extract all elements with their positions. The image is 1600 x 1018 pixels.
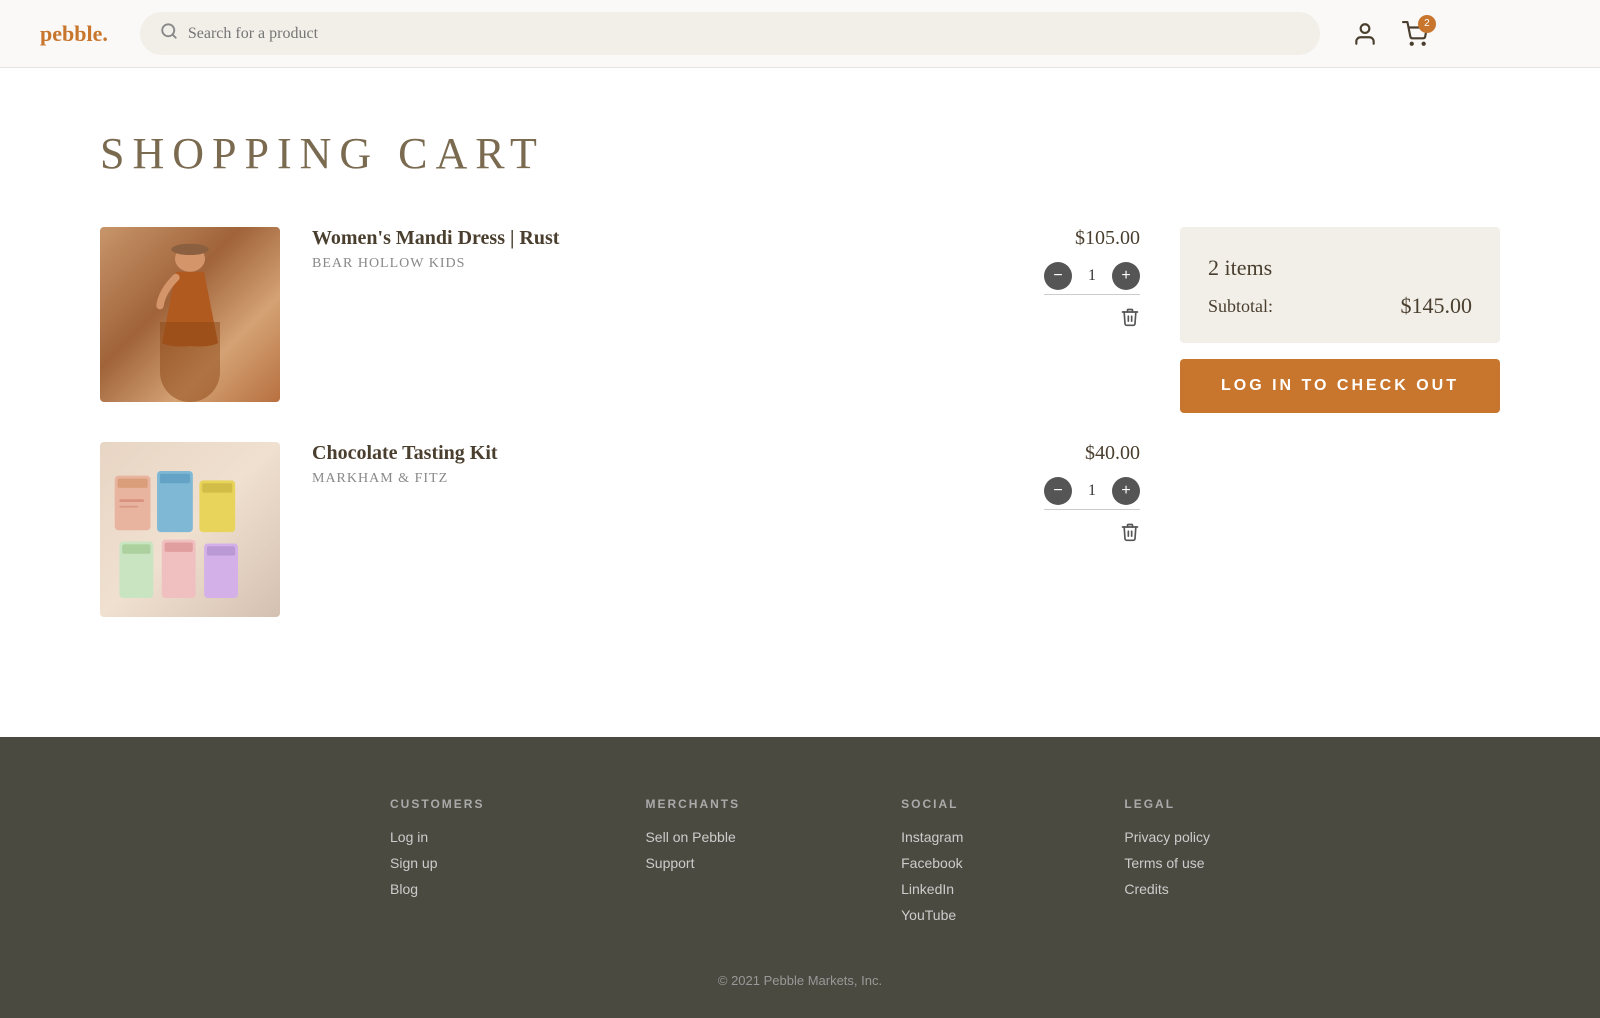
quantity-increase-button[interactable]: + <box>1112 262 1140 290</box>
header-icons: 2 <box>1352 21 1428 47</box>
quantity-increase-button[interactable]: + <box>1112 477 1140 505</box>
footer-link-signup[interactable]: Sign up <box>390 855 484 871</box>
item-brand: MARKHAM & FITZ <box>312 471 988 487</box>
footer-heading-merchants: MERCHANTS <box>645 797 740 811</box>
summary-items-count: 2 items <box>1208 255 1472 281</box>
cart-badge: 2 <box>1418 15 1436 33</box>
footer: CUSTOMERS Log in Sign up Blog MERCHANTS … <box>0 737 1600 1018</box>
footer-columns: CUSTOMERS Log in Sign up Blog MERCHANTS … <box>350 797 1250 933</box>
quantity-value: 1 <box>1072 482 1112 500</box>
cart-button[interactable]: 2 <box>1402 21 1428 47</box>
item-image-dress <box>100 227 280 402</box>
footer-link-linkedin[interactable]: LinkedIn <box>901 881 963 897</box>
copyright-text: © 2021 Pebble Markets, Inc. <box>718 973 882 988</box>
trash-icon <box>1120 307 1140 327</box>
search-icon <box>160 22 178 45</box>
item-name: Women's Mandi Dress | Rust <box>312 227 988 250</box>
item-details: Women's Mandi Dress | Rust Bear Hollow K… <box>312 227 988 272</box>
quantity-value: 1 <box>1072 267 1112 285</box>
footer-link-facebook[interactable]: Facebook <box>901 855 963 871</box>
footer-col-social: SOCIAL Instagram Facebook LinkedIn YouTu… <box>901 797 963 933</box>
item-price: $105.00 <box>1075 227 1140 250</box>
account-icon <box>1352 21 1378 47</box>
summary-subtotal-label: Subtotal: <box>1208 296 1273 317</box>
quantity-control: − 1 + <box>1044 477 1140 510</box>
summary-subtotal-value: $145.00 <box>1401 293 1473 319</box>
footer-link-terms[interactable]: Terms of use <box>1124 855 1210 871</box>
item-brand: Bear Hollow Kids <box>312 256 988 272</box>
summary-subtotal-row: Subtotal: $145.00 <box>1208 293 1472 319</box>
footer-col-merchants: MERCHANTS Sell on Pebble Support <box>645 797 740 933</box>
item-image-chocolate <box>100 442 280 617</box>
footer-link-support[interactable]: Support <box>645 855 740 871</box>
cart-layout: Women's Mandi Dress | Rust Bear Hollow K… <box>100 227 1500 657</box>
footer-heading-customers: CUSTOMERS <box>390 797 484 811</box>
delete-item-button[interactable] <box>1120 522 1140 547</box>
footer-heading-social: SOCIAL <box>901 797 963 811</box>
table-row: Chocolate Tasting Kit MARKHAM & FITZ $40… <box>100 442 1140 617</box>
footer-copyright: © 2021 Pebble Markets, Inc. <box>0 973 1600 988</box>
item-controls: $40.00 − 1 + <box>1020 442 1140 547</box>
footer-link-login[interactable]: Log in <box>390 829 484 845</box>
chocolate-illustration <box>110 452 270 617</box>
footer-col-customers: CUSTOMERS Log in Sign up Blog <box>390 797 484 933</box>
search-bar[interactable] <box>140 12 1320 55</box>
item-details: Chocolate Tasting Kit MARKHAM & FITZ <box>312 442 988 487</box>
footer-link-sell[interactable]: Sell on Pebble <box>645 829 740 845</box>
footer-heading-legal: LEGAL <box>1124 797 1210 811</box>
checkout-button[interactable]: LOG IN TO CHECK OUT <box>1180 359 1500 413</box>
footer-col-legal: LEGAL Privacy policy Terms of use Credit… <box>1124 797 1210 933</box>
quantity-control: − 1 + <box>1044 262 1140 295</box>
quantity-decrease-button[interactable]: − <box>1044 262 1072 290</box>
order-summary: 2 items Subtotal: $145.00 LOG IN TO CHEC… <box>1180 227 1500 413</box>
footer-link-instagram[interactable]: Instagram <box>901 829 963 845</box>
footer-link-credits[interactable]: Credits <box>1124 881 1210 897</box>
quantity-decrease-button[interactable]: − <box>1044 477 1072 505</box>
logo-text: pebble. <box>40 21 108 46</box>
dress-illustration <box>140 240 240 390</box>
page-title: SHOPPING CART <box>100 128 1500 179</box>
footer-link-privacy[interactable]: Privacy policy <box>1124 829 1210 845</box>
table-row: Women's Mandi Dress | Rust Bear Hollow K… <box>100 227 1140 402</box>
item-name: Chocolate Tasting Kit <box>312 442 988 465</box>
summary-box: 2 items Subtotal: $145.00 <box>1180 227 1500 343</box>
item-controls: $105.00 − 1 + <box>1020 227 1140 332</box>
cart-items: Women's Mandi Dress | Rust Bear Hollow K… <box>100 227 1140 657</box>
item-price: $40.00 <box>1085 442 1140 465</box>
footer-link-youtube[interactable]: YouTube <box>901 907 963 923</box>
search-input[interactable] <box>188 25 1300 43</box>
logo[interactable]: pebble. <box>40 21 108 47</box>
account-button[interactable] <box>1352 21 1378 47</box>
trash-icon <box>1120 522 1140 542</box>
header: pebble. 2 <box>0 0 1600 68</box>
main-content: SHOPPING CART W <box>0 68 1600 737</box>
footer-link-blog[interactable]: Blog <box>390 881 484 897</box>
delete-item-button[interactable] <box>1120 307 1140 332</box>
